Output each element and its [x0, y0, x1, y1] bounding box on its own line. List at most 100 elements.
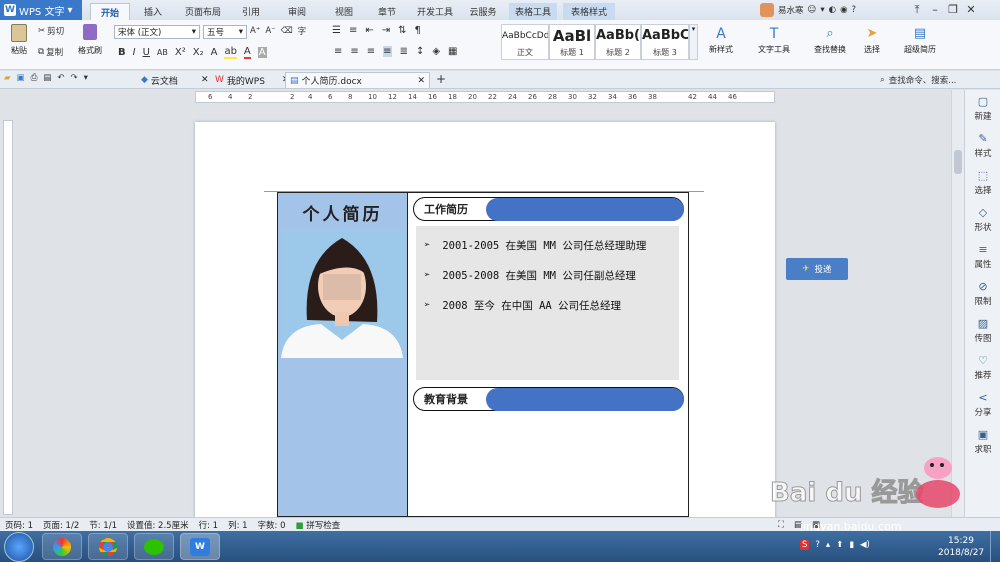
tab-developer[interactable]: 开发工具: [411, 3, 459, 20]
doc-tab-resume[interactable]: ▤ 个人简历.docx ✕: [285, 72, 430, 88]
close-icon[interactable]: ✕: [201, 75, 209, 85]
sidebar-item-select[interactable]: ⬚ 选择: [965, 164, 1000, 201]
show-desktop-button[interactable]: [990, 531, 1000, 562]
char-shading-icon[interactable]: A: [257, 47, 267, 58]
taskbar-wechat[interactable]: [134, 533, 174, 560]
new-tab-button[interactable]: +: [436, 72, 446, 86]
select-button[interactable]: ➤ 选择: [858, 26, 886, 55]
copy-button[interactable]: ⧉ 复制: [38, 46, 63, 58]
new-style-button[interactable]: A 新样式: [703, 26, 739, 55]
align-left-icon[interactable]: ≡: [334, 46, 342, 57]
sidebar-item-job[interactable]: ▣ 求职: [965, 423, 1000, 460]
arrow-icon[interactable]: ▴: [826, 540, 830, 550]
scroll-thumb[interactable]: [954, 150, 962, 174]
redo-icon[interactable]: ↷: [71, 73, 78, 83]
align-center-icon[interactable]: ≡: [350, 46, 358, 57]
highlight-icon[interactable]: ab: [224, 46, 237, 59]
horizontal-ruler[interactable]: 6 4 2 2 4 6 8 10 12 14 16 18 20 22 24 26 28 30 32 34 36 38 42 4…: [195, 91, 775, 103]
chevron-down-icon[interactable]: ▾: [84, 73, 88, 83]
print-icon[interactable]: ⎙: [31, 73, 38, 83]
doc-tab-mywps[interactable]: W我的WPS✕: [211, 72, 294, 88]
subscript-icon[interactable]: X₂: [193, 47, 204, 58]
open-icon[interactable]: ▰: [4, 73, 11, 83]
shrink-font-icon[interactable]: A⁻: [265, 26, 275, 36]
tab-cloud[interactable]: 云服务: [462, 3, 504, 20]
tab-table-style[interactable]: 表格样式: [563, 3, 615, 20]
tab-page-layout[interactable]: 页面布局: [178, 3, 228, 20]
sidebar-item-properties[interactable]: ≡ 属性: [965, 238, 1000, 275]
start-button[interactable]: [4, 532, 34, 562]
restore-icon[interactable]: ❐: [944, 3, 962, 16]
help-icon[interactable]: ?: [852, 5, 857, 15]
tab-references[interactable]: 引用: [233, 3, 269, 20]
justify-icon[interactable]: ≡: [383, 46, 392, 57]
tab-view[interactable]: 视图: [327, 3, 361, 20]
minimize-icon[interactable]: –: [926, 3, 944, 16]
preview-icon[interactable]: ▤: [43, 73, 51, 83]
tab-review[interactable]: 审阅: [281, 3, 313, 20]
align-right-icon[interactable]: ≡: [367, 46, 375, 57]
fullscreen-view-icon[interactable]: ⛶: [778, 520, 784, 530]
ime-icon[interactable]: S: [800, 540, 810, 550]
sidebar-item-new[interactable]: ▢ 新建: [965, 90, 1000, 127]
taskbar-chrome[interactable]: [88, 533, 128, 560]
sidebar-item-restrict[interactable]: ⊘ 限制: [965, 275, 1000, 312]
vertical-ruler[interactable]: [3, 120, 13, 515]
tab-chapter[interactable]: 章节: [372, 3, 402, 20]
doc-tab-cloud[interactable]: ◆ 云文档 ✕: [137, 72, 212, 88]
volume-icon[interactable]: ◀): [860, 540, 870, 550]
update-icon[interactable]: ⬆: [836, 540, 843, 550]
italic-icon[interactable]: I: [133, 47, 136, 58]
font-size-select[interactable]: 五号 ▾: [203, 25, 247, 39]
smile-icon[interactable]: ☺: [808, 5, 817, 15]
close-icon[interactable]: ✕: [417, 76, 425, 86]
phonetic-icon[interactable]: 字: [298, 25, 307, 37]
taskbar-wps[interactable]: W: [180, 533, 220, 560]
taskbar-app-pinball[interactable]: [42, 533, 82, 560]
command-search[interactable]: ⌕ 查找命令、搜索...: [880, 74, 956, 86]
user-area[interactable]: 易水寒 ☺ ▾ ◐ ◉?: [760, 3, 856, 17]
save-icon[interactable]: ▣: [17, 73, 25, 83]
skin-icon[interactable]: ◉: [840, 5, 847, 15]
strikethrough-icon[interactable]: AB: [157, 48, 168, 57]
bold-icon[interactable]: B: [118, 47, 126, 58]
text-tools-button[interactable]: T 文字工具: [751, 26, 797, 55]
tab-table-tools[interactable]: 表格工具: [509, 3, 557, 20]
increase-indent-icon[interactable]: ⇥: [382, 25, 390, 36]
distribute-icon[interactable]: ≣: [400, 46, 408, 57]
numbered-list-icon[interactable]: ≡: [349, 25, 357, 36]
superscript-icon[interactable]: X²: [175, 47, 186, 58]
styles-scroll[interactable]: ▾: [689, 24, 698, 60]
decrease-indent-icon[interactable]: ⇤: [365, 25, 373, 36]
style-heading-3[interactable]: AaBbC 标题 3: [641, 24, 689, 60]
paste-button[interactable]: 粘贴: [6, 24, 32, 56]
super-resume-button[interactable]: ▤ 超级简历: [898, 26, 942, 55]
network-icon[interactable]: ▮: [849, 540, 854, 550]
bullet-list-icon[interactable]: ☰: [332, 25, 341, 36]
sidebar-item-style[interactable]: ✎ 样式: [965, 127, 1000, 164]
sidebar-item-upload-image[interactable]: ▨ 传图: [965, 312, 1000, 349]
wps-menu-button[interactable]: W WPS 文字 ▾: [0, 0, 82, 20]
pin-icon[interactable]: ⤒: [908, 3, 926, 17]
find-replace-button[interactable]: ⌕ 查找替换: [808, 26, 852, 55]
clock[interactable]: 15:29 2018/8/27: [938, 535, 984, 559]
work-history-box[interactable]: ➢ 2001-2005 在美国 MM 公司任总经理助理 ➢ 2005-2008 在美…: [416, 226, 679, 380]
spell-check-toggle[interactable]: ■ 拼写检查: [296, 519, 341, 531]
cut-button[interactable]: ✂ 剪切: [38, 25, 64, 37]
clear-format-icon[interactable]: ⌫: [281, 26, 293, 36]
sidebar-item-share[interactable]: < 分享: [965, 386, 1000, 423]
sidebar-item-shape[interactable]: ◇ 形状: [965, 201, 1000, 238]
show-marks-icon[interactable]: ¶: [415, 25, 421, 36]
grow-font-icon[interactable]: A⁺: [250, 26, 260, 36]
borders-icon[interactable]: ▦: [448, 46, 457, 57]
undo-icon[interactable]: ↶: [57, 73, 64, 83]
tab-insert[interactable]: 插入: [136, 3, 170, 20]
help-icon[interactable]: ?: [815, 540, 820, 550]
font-color-icon[interactable]: A: [243, 46, 251, 59]
format-painter-button[interactable]: 格式刷: [76, 24, 104, 56]
shading-icon[interactable]: ◈: [432, 46, 440, 57]
style-normal[interactable]: AaBbCcDd 正文: [501, 24, 549, 60]
underline-icon[interactable]: U: [143, 47, 150, 58]
shield-icon[interactable]: ◐: [829, 5, 836, 15]
sidebar-item-recommend[interactable]: ♡ 推荐: [965, 349, 1000, 386]
